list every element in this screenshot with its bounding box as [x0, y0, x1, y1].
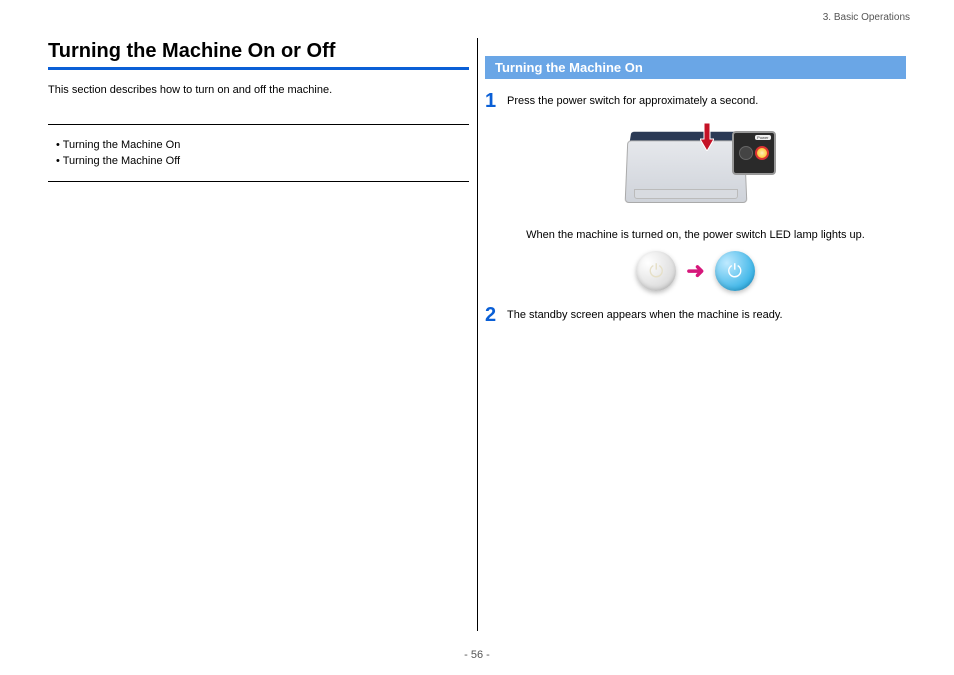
toc-bottom-rule	[48, 181, 469, 182]
section-heading: Turning the Machine On	[485, 56, 906, 79]
page-title: Turning the Machine On or Off	[48, 40, 469, 63]
left-column: Turning the Machine On or Off This secti…	[40, 20, 477, 635]
page-number: - 56 -	[0, 649, 954, 661]
step-1: 1 Press the power switch for approximate…	[485, 91, 906, 111]
panel-label: Power	[755, 135, 770, 140]
step-text: Press the power switch for approximately…	[507, 91, 758, 107]
power-button-off-icon	[739, 146, 753, 160]
intro-text: This section describes how to turn on an…	[48, 84, 469, 96]
figure-note: When the machine is turned on, the power…	[485, 229, 906, 241]
power-button-highlight-icon	[755, 146, 769, 160]
printer-control-panel: Power	[732, 131, 776, 175]
toc-list: Turning the Machine On Turning the Machi…	[48, 125, 469, 181]
power-led-off-icon: ⏻	[636, 251, 676, 291]
arrow-right-icon: ➜	[686, 258, 704, 284]
right-column: Turning the Machine On 1 Press the power…	[477, 20, 914, 635]
step-2: 2 The standby screen appears when the ma…	[485, 305, 906, 325]
power-glyph-icon: ⏻	[728, 261, 742, 282]
led-transition-figure: ⏻ ➜ ⏻	[485, 251, 906, 291]
callout-arrow-icon	[700, 123, 714, 151]
printer-figure: Power	[485, 123, 906, 213]
printer-illustration: Power	[616, 123, 776, 213]
page: 3. Basic Operations Turning the Machine …	[0, 0, 954, 675]
toc-item[interactable]: Turning the Machine Off	[56, 155, 469, 167]
power-led-on-icon: ⏻	[715, 251, 755, 291]
step-number: 1	[485, 91, 507, 111]
power-glyph-icon: ⏻	[649, 261, 663, 282]
step-text: The standby screen appears when the mach…	[507, 305, 783, 321]
printer-tray	[634, 189, 738, 199]
toc-item[interactable]: Turning the Machine On	[56, 139, 469, 151]
step-number: 2	[485, 305, 507, 325]
title-rule	[48, 67, 469, 70]
